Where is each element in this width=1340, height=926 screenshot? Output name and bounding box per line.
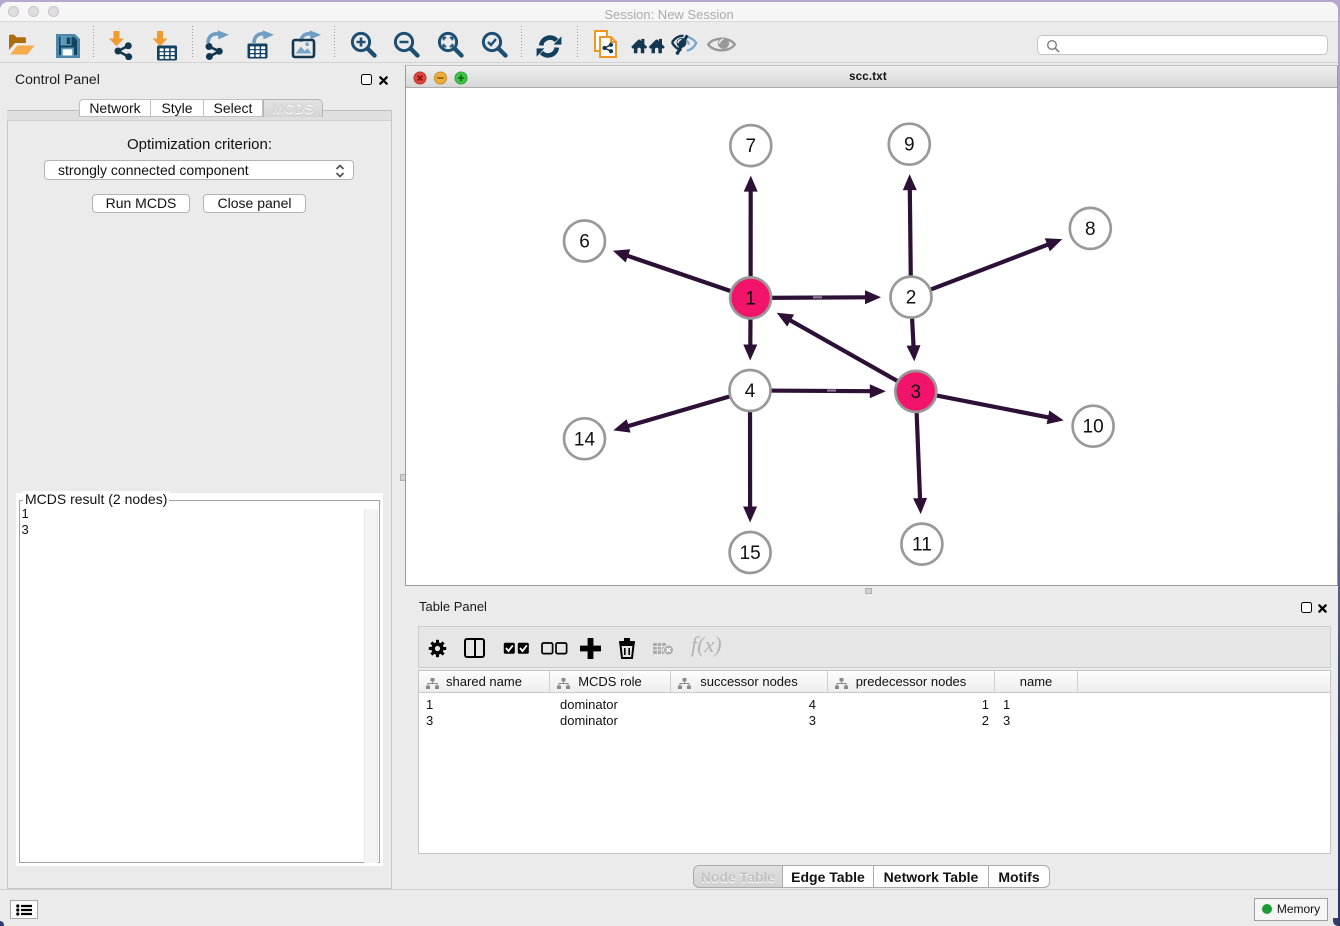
svg-text:15: 15 — [740, 543, 761, 564]
svg-text:1: 1 — [745, 288, 756, 309]
svg-text:10: 10 — [1083, 417, 1104, 438]
svg-text:2: 2 — [906, 288, 917, 309]
svg-text:4: 4 — [745, 381, 756, 402]
svg-text:6: 6 — [579, 232, 590, 253]
svg-text:9: 9 — [904, 135, 915, 156]
svg-text:8: 8 — [1085, 219, 1096, 240]
svg-text:11: 11 — [912, 535, 932, 556]
svg-text:14: 14 — [574, 429, 596, 450]
svg-text:3: 3 — [911, 382, 922, 403]
svg-text:7: 7 — [746, 136, 757, 157]
